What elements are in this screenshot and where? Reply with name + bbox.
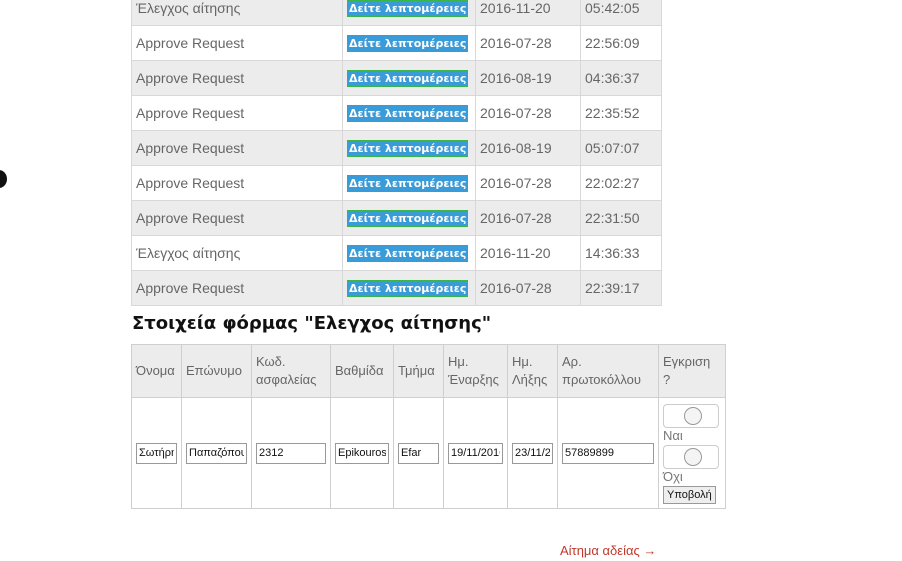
request-type-cell: Approve Request bbox=[131, 200, 343, 236]
cell-protocol-number bbox=[557, 397, 659, 509]
rank-input[interactable] bbox=[335, 442, 389, 464]
security-code-input[interactable] bbox=[256, 442, 326, 464]
request-date-cell: 2016-08-19 bbox=[475, 130, 581, 166]
request-time-cell: 14:36:33 bbox=[580, 235, 662, 271]
request-type-cell: Approve Request bbox=[131, 60, 343, 96]
request-time-cell: 22:56:09 bbox=[580, 25, 662, 61]
request-date-cell: 2016-07-28 bbox=[475, 200, 581, 236]
header-security-code: Κωδ. ασφαλείας bbox=[251, 344, 331, 398]
request-type-cell: Approve Request bbox=[131, 95, 343, 131]
request-time-cell: 22:31:50 bbox=[580, 200, 662, 236]
table-row: Έλεγχος αίτησης Δείτε λεπτομέρειες 2016-11… bbox=[131, 0, 662, 26]
approve-yes-label: Ναι bbox=[663, 428, 683, 443]
request-type-cell: Approve Request bbox=[131, 270, 343, 306]
table-row: Approve Request Δείτε λεπτομέρειες 2016-07… bbox=[131, 270, 662, 306]
view-details-button[interactable]: Δείτε λεπτομέρειες bbox=[347, 140, 469, 157]
header-start-date: Ημ. Έναρξης bbox=[443, 344, 508, 398]
cell-first-name bbox=[131, 397, 182, 509]
view-details-button[interactable]: Δείτε λεπτομέρειες bbox=[347, 0, 469, 17]
header-end-date: Ημ. Λήξης bbox=[507, 344, 558, 398]
table-row: Approve Request Δείτε λεπτομέρειες 2016-07… bbox=[131, 25, 662, 61]
details-cell: Δείτε λεπτομέρειες bbox=[342, 165, 476, 201]
request-type-cell: Approve Request bbox=[131, 25, 343, 61]
request-date-cell: 2016-11-20 bbox=[475, 235, 581, 271]
details-cell: Δείτε λεπτομέρειες bbox=[342, 270, 476, 306]
details-cell: Δείτε λεπτομέρειες bbox=[342, 0, 476, 26]
form-input-row: Ναι Όχι Υποβολή bbox=[131, 397, 726, 509]
view-details-button[interactable]: Δείτε λεπτομέρειες bbox=[347, 175, 469, 192]
request-type-cell: Έλεγχος αίτησης bbox=[131, 235, 343, 271]
approve-no-label: Όχι bbox=[663, 469, 683, 484]
cell-security-code bbox=[251, 397, 331, 509]
first-name-input[interactable] bbox=[136, 442, 177, 464]
request-date-cell: 2016-07-28 bbox=[475, 270, 581, 306]
view-details-button[interactable]: Δείτε λεπτομέρειες bbox=[347, 105, 469, 122]
request-time-cell: 05:42:05 bbox=[580, 0, 662, 26]
approve-yes-radio[interactable] bbox=[663, 404, 719, 428]
request-date-cell: 2016-11-20 bbox=[475, 0, 581, 26]
header-rank: Βαθμίδα bbox=[330, 344, 394, 398]
table-row: Approve Request Δείτε λεπτομέρειες 2016-07… bbox=[131, 200, 662, 236]
request-type-cell: Έλεγχος αίτησης bbox=[131, 0, 343, 26]
request-time-cell: 04:36:37 bbox=[580, 60, 662, 96]
request-date-cell: 2016-08-19 bbox=[475, 60, 581, 96]
submit-button[interactable]: Υποβολή bbox=[663, 486, 716, 504]
start-date-input[interactable] bbox=[448, 442, 503, 464]
details-cell: Δείτε λεπτομέρειες bbox=[342, 95, 476, 131]
details-cell: Δείτε λεπτομέρειες bbox=[342, 60, 476, 96]
details-cell: Δείτε λεπτομέρειες bbox=[342, 25, 476, 61]
protocol-number-input[interactable] bbox=[562, 442, 654, 464]
details-cell: Δείτε λεπτομέρειες bbox=[342, 200, 476, 236]
form-details-table: Όνομα Επώνυμο Κωδ. ασφαλείας Βαθμίδα Τμή… bbox=[131, 344, 726, 509]
details-cell: Δείτε λεπτομέρειες bbox=[342, 235, 476, 271]
request-date-cell: 2016-07-28 bbox=[475, 25, 581, 61]
leave-request-link[interactable]: Αίτημα αδείας → bbox=[560, 543, 656, 558]
cell-last-name bbox=[181, 397, 252, 509]
cell-start-date bbox=[443, 397, 508, 509]
form-header-row: Όνομα Επώνυμο Κωδ. ασφαλείας Βαθμίδα Τμή… bbox=[131, 344, 726, 398]
cell-approval: Ναι Όχι Υποβολή bbox=[658, 397, 726, 509]
request-type-cell: Approve Request bbox=[131, 130, 343, 166]
request-date-cell: 2016-07-28 bbox=[475, 95, 581, 131]
scroll-indicator-dot bbox=[0, 170, 7, 188]
table-row: Approve Request Δείτε λεπτομέρειες 2016-08… bbox=[131, 130, 662, 166]
view-details-button[interactable]: Δείτε λεπτομέρειες bbox=[347, 35, 469, 52]
request-date-cell: 2016-07-28 bbox=[475, 165, 581, 201]
request-time-cell: 22:35:52 bbox=[580, 95, 662, 131]
last-name-input[interactable] bbox=[186, 442, 247, 464]
cell-rank bbox=[330, 397, 394, 509]
header-first-name: Όνομα bbox=[131, 344, 182, 398]
approve-no-radio[interactable] bbox=[663, 445, 719, 469]
request-type-cell: Approve Request bbox=[131, 165, 343, 201]
table-row: Approve Request Δείτε λεπτομέρειες 2016-08… bbox=[131, 60, 662, 96]
cell-department bbox=[393, 397, 444, 509]
cell-end-date bbox=[507, 397, 558, 509]
view-details-button[interactable]: Δείτε λεπτομέρειες bbox=[347, 280, 469, 297]
end-date-input[interactable] bbox=[512, 442, 553, 464]
requests-table: Έλεγχος αίτησης Δείτε λεπτομέρειες 2016-11… bbox=[131, 0, 662, 306]
request-time-cell: 05:07:07 bbox=[580, 130, 662, 166]
header-last-name: Επώνυμο bbox=[181, 344, 252, 398]
header-protocol-number: Αρ. πρωτοκόλλου bbox=[557, 344, 659, 398]
details-cell: Δείτε λεπτομέρειες bbox=[342, 130, 476, 166]
request-time-cell: 22:39:17 bbox=[580, 270, 662, 306]
request-time-cell: 22:02:27 bbox=[580, 165, 662, 201]
view-details-button[interactable]: Δείτε λεπτομέρειες bbox=[347, 70, 469, 87]
requests-table-body: Έλεγχος αίτησης Δείτε λεπτομέρειες 2016-11… bbox=[131, 0, 662, 306]
department-input[interactable] bbox=[398, 442, 439, 464]
view-details-button[interactable]: Δείτε λεπτομέρειες bbox=[347, 210, 469, 227]
table-row: Έλεγχος αίτησης Δείτε λεπτομέρειες 2016-11… bbox=[131, 235, 662, 271]
table-row: Approve Request Δείτε λεπτομέρειες 2016-07… bbox=[131, 165, 662, 201]
table-row: Approve Request Δείτε λεπτομέρειες 2016-07… bbox=[131, 95, 662, 131]
form-title: Στοιχεία φόρμας "Ελεγχος αίτησης" bbox=[132, 313, 492, 334]
view-details-button[interactable]: Δείτε λεπτομέρειες bbox=[347, 245, 469, 262]
header-approval: Εγκριση ? bbox=[658, 344, 726, 398]
header-department: Τμήμα bbox=[393, 344, 444, 398]
